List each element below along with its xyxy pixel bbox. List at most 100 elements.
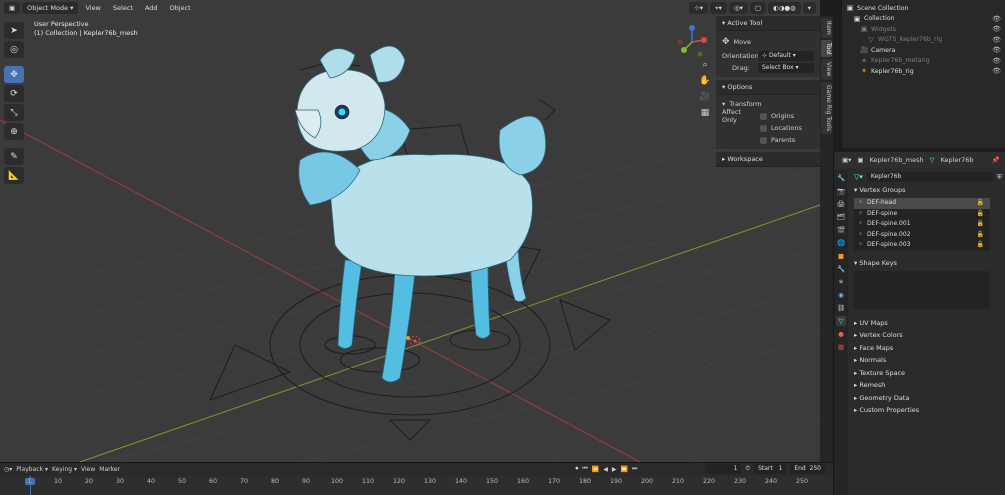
- output-tab-icon[interactable]: 🖨: [836, 199, 846, 209]
- locations-checkbox[interactable]: [760, 124, 767, 132]
- workspace-header[interactable]: ▸ Workspace: [716, 152, 820, 167]
- drag-dropdown[interactable]: Select Box ▾: [758, 63, 814, 73]
- vertex-group-item[interactable]: ⁘ DEF-head 🔓: [854, 198, 990, 209]
- timeline-ruler[interactable]: 1102030405060708090100110120130140150160…: [0, 476, 833, 495]
- menu-view-timeline[interactable]: View: [81, 466, 95, 473]
- lock-icon[interactable]: 🔓: [977, 198, 984, 209]
- orientation-dropdown[interactable]: ⊹ Default ▾: [758, 51, 814, 61]
- jump-start-button[interactable]: ⏮: [582, 465, 587, 473]
- render-tab-icon[interactable]: 📷: [836, 186, 846, 196]
- visibility-eye-icon[interactable]: 👁: [992, 57, 1001, 65]
- world-tab-icon[interactable]: 🌐: [836, 238, 846, 248]
- shape-keys-header[interactable]: ▾ Shape Keys: [850, 257, 1005, 269]
- outliner-row[interactable]: ▣ Scene Collection: [842, 3, 1005, 14]
- visibility-eye-icon[interactable]: 👁: [992, 15, 1001, 23]
- editor-type-button[interactable]: ▣: [4, 2, 21, 14]
- panel-header[interactable]: ▸ Remesh: [850, 379, 1005, 392]
- jump-keyframe-forward-button[interactable]: ⏩: [621, 466, 628, 473]
- shape-keys-list[interactable]: [854, 270, 990, 309]
- measure-tool-icon[interactable]: 📐: [4, 167, 24, 184]
- outliner-row[interactable]: ✶ Kepler76b_rig 👁: [842, 66, 1005, 77]
- visibility-eye-icon[interactable]: 👁: [992, 36, 1001, 44]
- visibility-eye-icon[interactable]: 👁: [992, 46, 1001, 54]
- outliner-row[interactable]: ▣ Widgets 👁: [842, 24, 1005, 35]
- vertex-group-item[interactable]: ⁘ DEF-spine.002 🔓: [854, 230, 990, 241]
- lock-icon[interactable]: 🔓: [977, 209, 984, 220]
- lock-icon[interactable]: 🔓: [977, 219, 984, 230]
- visibility-eye-icon[interactable]: 👁: [992, 67, 1001, 75]
- options-header[interactable]: ▾ Options: [716, 80, 820, 95]
- jump-keyframe-back-button[interactable]: ⏪: [592, 466, 599, 473]
- clock-icon[interactable]: ⏱: [745, 465, 750, 473]
- annotate-tool-icon[interactable]: ✎: [4, 148, 24, 165]
- scale-tool-icon[interactable]: ⤡: [4, 104, 24, 121]
- end-frame-field[interactable]: End 250: [790, 464, 825, 474]
- parents-checkbox[interactable]: [760, 136, 767, 144]
- tab-game-rig-tools[interactable]: Game Rig Tools: [821, 81, 832, 134]
- constraints-tab-icon[interactable]: ⛓: [836, 303, 846, 313]
- menu-view[interactable]: View: [80, 2, 105, 14]
- navigation-gizmo[interactable]: [672, 22, 712, 62]
- mesh-data-browse-icon[interactable]: ▽▾: [854, 173, 863, 181]
- outliner-row[interactable]: 🎥 Camera 👁: [842, 45, 1005, 56]
- gizmo-toggle-icon[interactable]: ⌖▾: [710, 2, 727, 14]
- panel-header[interactable]: ▸ UV Maps: [850, 317, 1005, 330]
- panel-header[interactable]: ▸ Custom Properties: [850, 404, 1005, 417]
- menu-object[interactable]: Object: [165, 2, 196, 14]
- lock-icon[interactable]: 🔓: [977, 240, 984, 251]
- fake-user-icon[interactable]: ⛨: [997, 173, 1002, 182]
- panel-header[interactable]: ▸ Texture Space: [850, 367, 1005, 380]
- vertex-group-item[interactable]: ⁘ DEF-spine.003 🔓: [854, 240, 990, 251]
- panel-header[interactable]: ▸ Geometry Data: [850, 392, 1005, 405]
- particles-tab-icon[interactable]: ✳: [836, 277, 846, 287]
- mesh-name-field[interactable]: Kepler76b: [866, 172, 993, 182]
- vertex-group-item[interactable]: ⁘ DEF-spine 🔓: [854, 209, 990, 220]
- shading-modes-icon[interactable]: ◐◑●◍: [768, 2, 801, 14]
- overlay-toggle-icon[interactable]: ◎▾: [728, 2, 748, 14]
- data-tab-icon[interactable]: ▽: [836, 316, 846, 326]
- play-reverse-button[interactable]: ◀: [603, 466, 608, 473]
- ortho-grid-icon[interactable]: ▦: [698, 108, 712, 122]
- object-tab-icon[interactable]: ■: [836, 251, 846, 261]
- tab-view[interactable]: View: [821, 59, 832, 80]
- origins-checkbox[interactable]: [760, 112, 767, 120]
- mode-dropdown[interactable]: Object Mode ▾: [22, 2, 79, 14]
- tab-tool[interactable]: Tool: [821, 39, 832, 58]
- pan-hand-icon[interactable]: ✋: [698, 76, 712, 90]
- vertex-groups-list[interactable]: ⁘ DEF-head 🔓 ⁘ DEF-spine 🔓 ⁘ DEF-spine.001 🔓 ⁘ DEF…: [854, 198, 990, 251]
- menu-select[interactable]: Select: [108, 2, 138, 14]
- menu-add[interactable]: Add: [140, 2, 163, 14]
- 3d-viewport[interactable]: ▣ Object Mode ▾ View Select Add Object ⊹…: [0, 0, 820, 462]
- vertex-group-item[interactable]: ⁘ DEF-spine.001 🔓: [854, 219, 990, 230]
- timeline-editor-icon[interactable]: ◷▾: [4, 466, 12, 473]
- outliner-row[interactable]: ▽ WGTS_Kepler76b_rig 👁: [842, 35, 1005, 46]
- texture-tab-icon[interactable]: ▦: [836, 342, 846, 352]
- rotate-tool-icon[interactable]: ⟳: [4, 85, 24, 102]
- physics-tab-icon[interactable]: ◉: [836, 290, 846, 300]
- vertex-groups-header[interactable]: ▾ Vertex Groups: [850, 184, 1005, 196]
- editor-type-icon[interactable]: ▣▾: [842, 156, 851, 164]
- record-button[interactable]: ⏺: [575, 465, 578, 473]
- modifier-tab-icon[interactable]: 🔧: [836, 264, 846, 274]
- menu-playback[interactable]: Playback ▾: [16, 466, 48, 473]
- panel-header[interactable]: ▸ Face Maps: [850, 342, 1005, 355]
- move-tool-icon[interactable]: ✥: [4, 66, 24, 83]
- lock-icon[interactable]: 🔓: [977, 230, 984, 241]
- select-tool-icon[interactable]: ➤: [4, 22, 24, 39]
- menu-keying[interactable]: Keying ▾: [52, 466, 77, 473]
- panel-header[interactable]: ▸ Vertex Colors: [850, 329, 1005, 342]
- zoom-icon[interactable]: ⌕: [698, 60, 712, 74]
- transform-pivot-icon[interactable]: ⊹▾: [689, 2, 709, 14]
- visibility-eye-icon[interactable]: 👁: [992, 25, 1001, 33]
- current-frame-field[interactable]: 1: [705, 464, 742, 474]
- jump-end-button[interactable]: ⏭: [632, 465, 637, 473]
- transform-tool-icon[interactable]: ⊕: [4, 123, 24, 140]
- panel-header[interactable]: ▸ Normals: [850, 354, 1005, 367]
- xray-toggle-icon[interactable]: ▢: [749, 2, 767, 14]
- cursor-tool-icon[interactable]: ◎: [4, 41, 24, 58]
- material-tab-icon[interactable]: ●: [836, 329, 846, 339]
- pin-icon[interactable]: 📌: [992, 156, 1000, 164]
- start-frame-field[interactable]: Start 1: [754, 464, 787, 474]
- outliner-row[interactable]: ▣ Collection 👁: [842, 14, 1005, 25]
- play-button[interactable]: ▶: [612, 466, 617, 473]
